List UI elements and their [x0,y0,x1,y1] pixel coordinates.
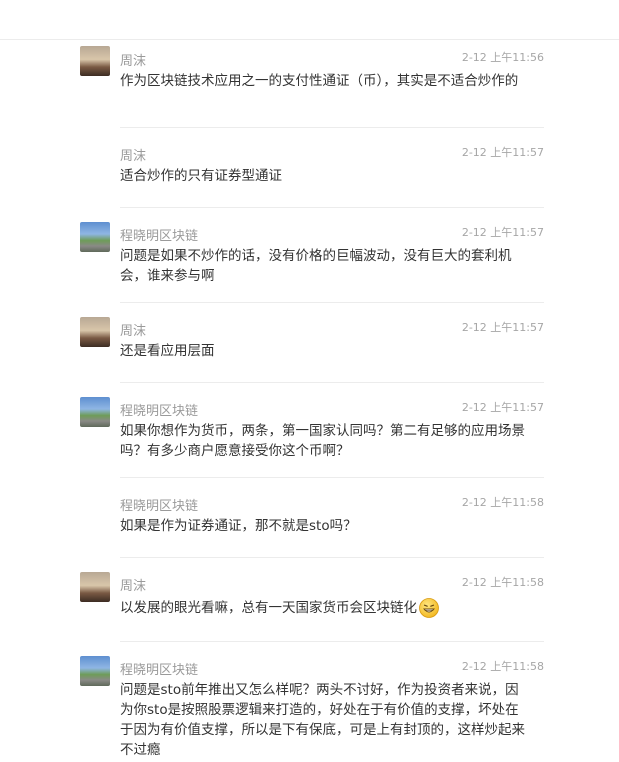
timestamp: 2-12 上午11:58 [461,660,544,673]
author-name[interactable]: 程晓明区块链 [120,400,198,419]
divider [120,477,544,478]
author-name[interactable]: 周沫 [120,575,146,594]
message-text: 如果是作为证券通证，那不就是sto吗？ [120,518,357,534]
message-text: 问题是sto前年推出又怎么样呢？两头不讨好，作为投资者来说，因为你sto是按照股… [120,682,525,758]
author-name[interactable]: 程晓明区块链 [120,495,198,514]
avatar[interactable] [80,572,110,602]
author-name[interactable]: 周沫 [120,145,146,164]
timestamp: 2-12 上午11:57 [461,146,544,159]
divider [120,557,544,558]
timestamp: 2-12 上午11:57 [461,401,544,414]
avatar[interactable] [80,317,110,347]
timestamp: 2-12 上午11:57 [461,226,544,239]
top-bar [0,0,619,40]
divider [120,302,544,303]
timestamp: 2-12 上午11:56 [461,51,544,64]
message-text: 还是看应用层面 [120,343,215,359]
message-text: 问题是如果不炒作的话，没有价格的巨幅波动，没有巨大的套利机会，谁来参与啊 [120,248,512,284]
author-name[interactable]: 程晓明区块链 [120,225,198,244]
message-text: 作为区块链技术应用之一的支付性通证（币），其实是不适合炒作的 [120,73,519,89]
avatar[interactable] [80,222,110,252]
message-text: 适合炒作的只有证券型通证 [120,168,282,184]
author-name[interactable]: 周沫 [120,50,146,69]
avatar[interactable] [80,397,110,427]
divider [120,127,544,128]
message-text: 以发展的眼光看嘛，总有一天国家货币会区块链化 [120,598,530,618]
divider [120,382,544,383]
timestamp: 2-12 上午11:58 [461,496,544,509]
timestamp: 2-12 上午11:57 [461,321,544,334]
avatar[interactable] [80,46,110,76]
divider [120,207,544,208]
grinning-face-icon [419,598,439,618]
timestamp: 2-12 上午11:58 [461,576,544,589]
message-text: 如果你想作为货币，两条，第一国家认同吗？第二有足够的应用场景吗？有多少商户愿意接… [120,423,525,459]
divider [120,641,544,642]
message-text-body: 以发展的眼光看嘛，总有一天国家货币会区块链化 [120,600,417,616]
author-name[interactable]: 程晓明区块链 [120,659,198,678]
author-name[interactable]: 周沫 [120,320,146,339]
avatar[interactable] [80,656,110,686]
